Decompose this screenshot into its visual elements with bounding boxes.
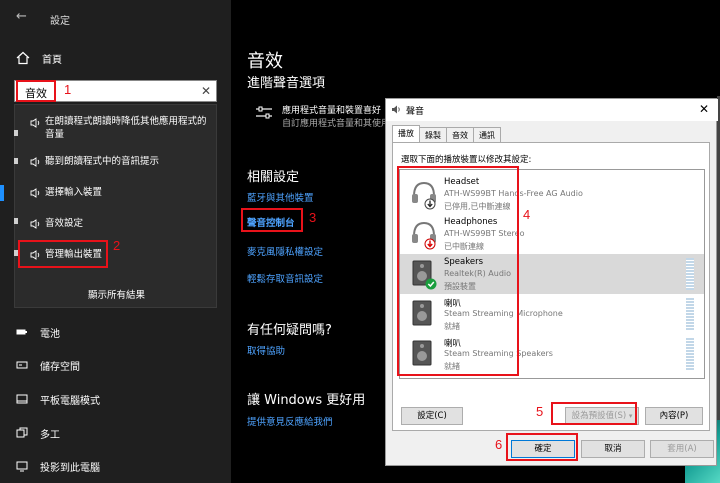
nav-label: 平板電腦模式 (40, 395, 100, 407)
bluetooth-devices-link[interactable]: 藍牙與其他裝置 (247, 190, 314, 204)
page-title: 音效 (247, 51, 283, 72)
suggestion-label: 在朗讀程式朗讀時降低其他應用程式的音量 (45, 116, 207, 140)
project-icon (16, 461, 28, 472)
speaker-icon (30, 157, 40, 167)
nav-home-label: 首頁 (42, 54, 62, 66)
nav-home[interactable]: 首頁 (12, 48, 212, 68)
multitask-icon (16, 427, 28, 438)
step-number: 5 (536, 404, 544, 419)
cancel-button[interactable]: 取消 (581, 440, 645, 458)
step-number: 1 (64, 82, 72, 97)
step-number: 2 (113, 238, 121, 253)
volume-meter (686, 338, 694, 370)
suggestion-item[interactable]: 選擇輸入裝置 (15, 186, 218, 204)
app-volume-preferences[interactable]: 應用程式音量和裝置喜好 自訂應用程式音量和其使用 (255, 102, 395, 132)
nav-label: 多工 (40, 429, 60, 441)
dialog-title-bar: 聲音 ✕ (386, 99, 718, 121)
app-volume-desc: 自訂應用程式音量和其使用 (282, 119, 391, 129)
highlight-box-device-list (397, 166, 519, 376)
step-number: 4 (523, 207, 531, 222)
step-number: 3 (309, 210, 317, 225)
nav-tablet-mode[interactable]: 平板電腦模式 (12, 390, 212, 408)
related-settings-title: 相關設定 (247, 170, 300, 185)
sliders-icon (256, 106, 272, 119)
feedback-link[interactable]: 提供意見反應給我們 (247, 414, 333, 428)
step-number: 6 (495, 437, 503, 452)
nav-indicator (14, 218, 18, 224)
app-volume-title: 應用程式音量和裝置喜好 (282, 106, 382, 116)
search-suggestions: 在朗讀程式朗讀時降低其他應用程式的音量 聽到朗讀程式中的音訊提示 選擇輸入裝置 … (14, 104, 217, 308)
highlight-box-set-default (551, 402, 637, 425)
battery-icon (16, 329, 27, 335)
panel-caption: 選取下面的播放裝置以修改其設定: (401, 155, 532, 165)
tab-communications[interactable]: 通訊 (473, 127, 501, 142)
highlight-box-manage-output (18, 240, 108, 268)
tab-playback[interactable]: 播放 (392, 125, 420, 142)
dialog-tabs: 播放 錄製 音效 通訊 (392, 125, 501, 142)
nav-label: 投影到此電腦 (40, 462, 100, 474)
suggestion-label: 音效設定 (45, 218, 84, 229)
clear-icon[interactable]: ✕ (201, 84, 211, 98)
dialog-title: 聲音 (406, 107, 425, 117)
nav-storage[interactable]: 儲存空間 (12, 356, 212, 374)
suggestion-item[interactable]: 聽到朗讀程式中的音訊提示 (15, 155, 218, 173)
tablet-icon (16, 394, 28, 404)
improve-windows-title: 讓 Windows 更好用 (247, 393, 366, 408)
home-icon (16, 51, 30, 65)
volume-meter (686, 298, 694, 330)
nav-project-to-pc[interactable]: 投影到此電腦 (12, 457, 212, 475)
get-help-link[interactable]: 取得協助 (247, 343, 285, 357)
suggestion-item[interactable]: 在朗讀程式朗讀時降低其他應用程式的音量 (15, 113, 218, 143)
tab-sounds[interactable]: 音效 (446, 127, 474, 142)
title-bar: ← 設定 (0, 0, 231, 36)
app-title: 設定 (50, 16, 70, 27)
nav-indicator (14, 130, 18, 136)
back-arrow-icon[interactable]: ← (16, 10, 30, 24)
microphone-privacy-link[interactable]: 麥克風隱私權設定 (247, 244, 323, 258)
speaker-icon (392, 105, 400, 114)
page-subtitle: 進階聲音選項 (247, 76, 326, 91)
highlight-box-ok (506, 433, 578, 461)
apply-button[interactable]: 套用(A) (650, 440, 714, 458)
nav-battery[interactable]: 電池 (12, 323, 212, 341)
questions-title: 有任何疑問嗎? (247, 323, 332, 338)
nav-indicator (14, 158, 18, 164)
highlight-box-search (16, 80, 56, 102)
speaker-icon (30, 188, 40, 198)
properties-button[interactable]: 內容(P) (645, 407, 703, 425)
speaker-icon (30, 118, 40, 128)
nav-multitasking[interactable]: 多工 (12, 424, 212, 442)
ease-of-access-audio-link[interactable]: 輕鬆存取音訊設定 (247, 271, 323, 285)
speaker-icon (30, 219, 40, 229)
tab-recording[interactable]: 錄製 (419, 127, 447, 142)
nav-label: 電池 (40, 328, 60, 340)
suggestion-label: 聽到朗讀程式中的音訊提示 (45, 156, 160, 167)
storage-icon (16, 361, 28, 369)
configure-button[interactable]: 設定(C) (401, 407, 463, 425)
selection-marker (0, 185, 4, 201)
show-all-results[interactable]: 顯示所有結果 (15, 287, 218, 301)
nav-label: 儲存空間 (40, 361, 80, 373)
volume-meter (686, 258, 694, 290)
highlight-box-control-panel (241, 208, 303, 232)
close-icon[interactable]: ✕ (699, 102, 709, 116)
suggestion-label: 選擇輸入裝置 (45, 187, 103, 198)
suggestion-item[interactable]: 音效設定 (15, 217, 218, 235)
